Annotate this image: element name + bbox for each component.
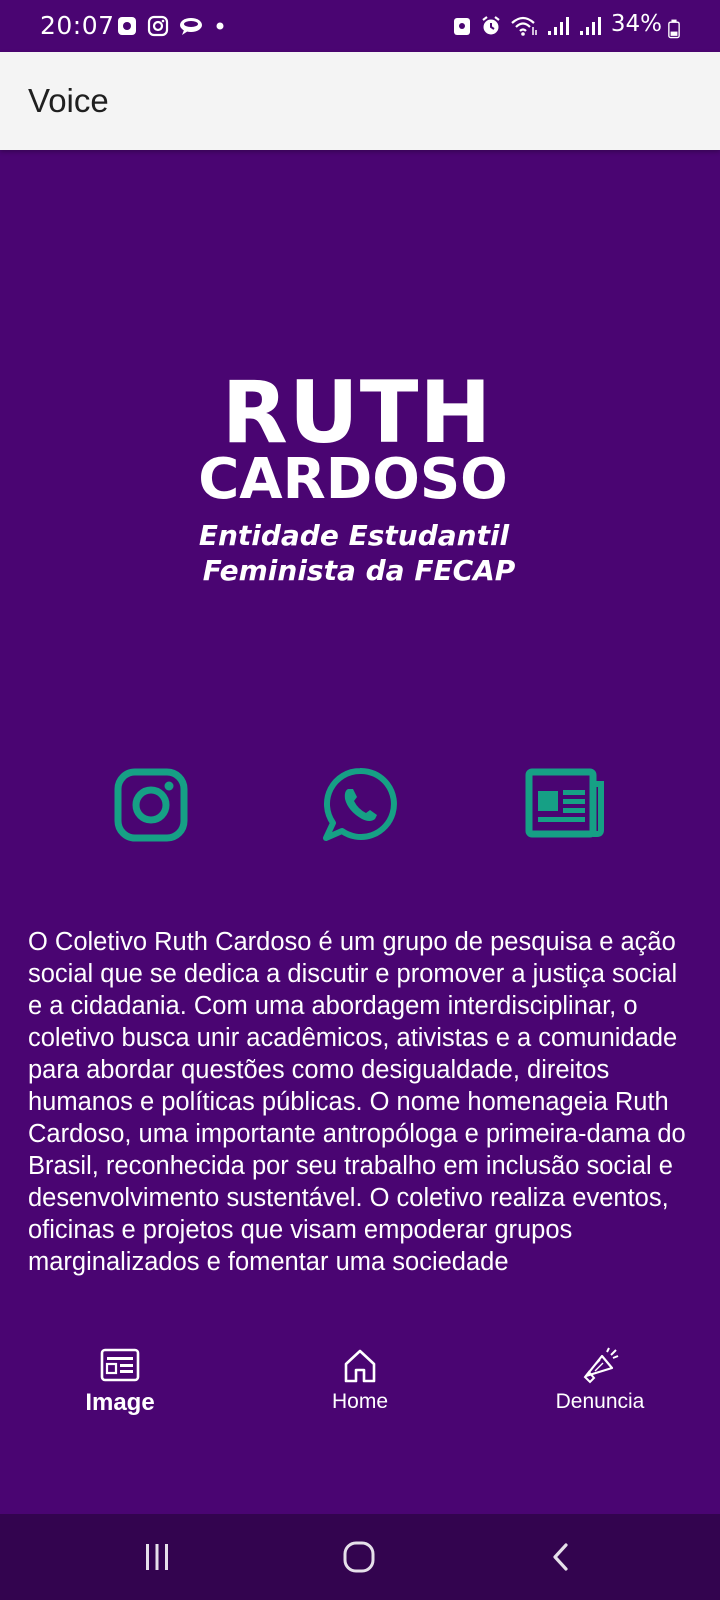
status-time: 20:07 — [40, 11, 115, 40]
logo-line-2: CARDOSO — [198, 447, 508, 512]
newspaper-icon — [525, 768, 604, 838]
screen: 20:07 34% Voice RUTH CARDOSO Entidade Es… — [0, 0, 720, 1600]
nav-item-image[interactable]: Image — [0, 1320, 240, 1416]
home-system-button[interactable] — [299, 1514, 419, 1600]
social-links — [0, 765, 720, 845]
nav-label-home: Home — [331, 1390, 389, 1413]
nav-item-denuncia[interactable]: Denuncia — [480, 1320, 720, 1413]
whatsapp-button[interactable] — [320, 765, 400, 845]
megaphone-icon — [583, 1347, 619, 1384]
instagram-icon — [114, 768, 188, 842]
nav-item-home[interactable]: Home — [240, 1320, 480, 1413]
back-button[interactable] — [501, 1514, 621, 1600]
app-title: Voice — [28, 82, 109, 119]
chat-bubble-icon — [180, 18, 202, 35]
system-navigation-bar — [0, 1514, 720, 1600]
back-chevron-icon — [553, 1543, 568, 1571]
recent-apps-icon — [146, 1544, 168, 1570]
wifi-icon — [511, 16, 537, 36]
nav-label-image: Image — [85, 1389, 155, 1416]
signal-icon — [548, 17, 569, 35]
home-circle-icon — [343, 1541, 375, 1573]
signal-icon — [580, 17, 601, 35]
alarm-icon — [482, 16, 500, 35]
notification-square-icon — [118, 17, 136, 35]
battery-icon — [668, 19, 680, 39]
lock-screen-icon — [454, 18, 470, 35]
nav-label-denuncia: Denuncia — [555, 1390, 645, 1413]
instagram-button[interactable] — [113, 767, 193, 847]
bottom-navigation: Image Home Denuncia — [0, 1320, 720, 1510]
instagram-icon — [147, 15, 169, 37]
dot-icon — [216, 22, 224, 30]
app-bar: Voice — [0, 52, 720, 150]
battery-percent: 34% — [610, 11, 662, 37]
news-button[interactable] — [525, 768, 605, 848]
status-bar: 20:07 34% — [0, 0, 720, 52]
recent-apps-button[interactable] — [97, 1514, 217, 1600]
home-icon — [344, 1349, 376, 1383]
status-right-icons — [452, 13, 602, 39]
status-left-icons — [116, 13, 227, 39]
logo-line-4: Feminista da FECAP — [203, 554, 516, 587]
ruth-cardoso-logo: RUTH CARDOSO Entidade Estudantil Feminis… — [198, 370, 516, 587]
logo-line-3: Entidade Estudantil — [199, 519, 510, 552]
whatsapp-icon — [323, 767, 397, 841]
newspaper-icon — [100, 1348, 140, 1382]
description-text: O Coletivo Ruth Cardoso é um grupo de pe… — [28, 928, 686, 1276]
